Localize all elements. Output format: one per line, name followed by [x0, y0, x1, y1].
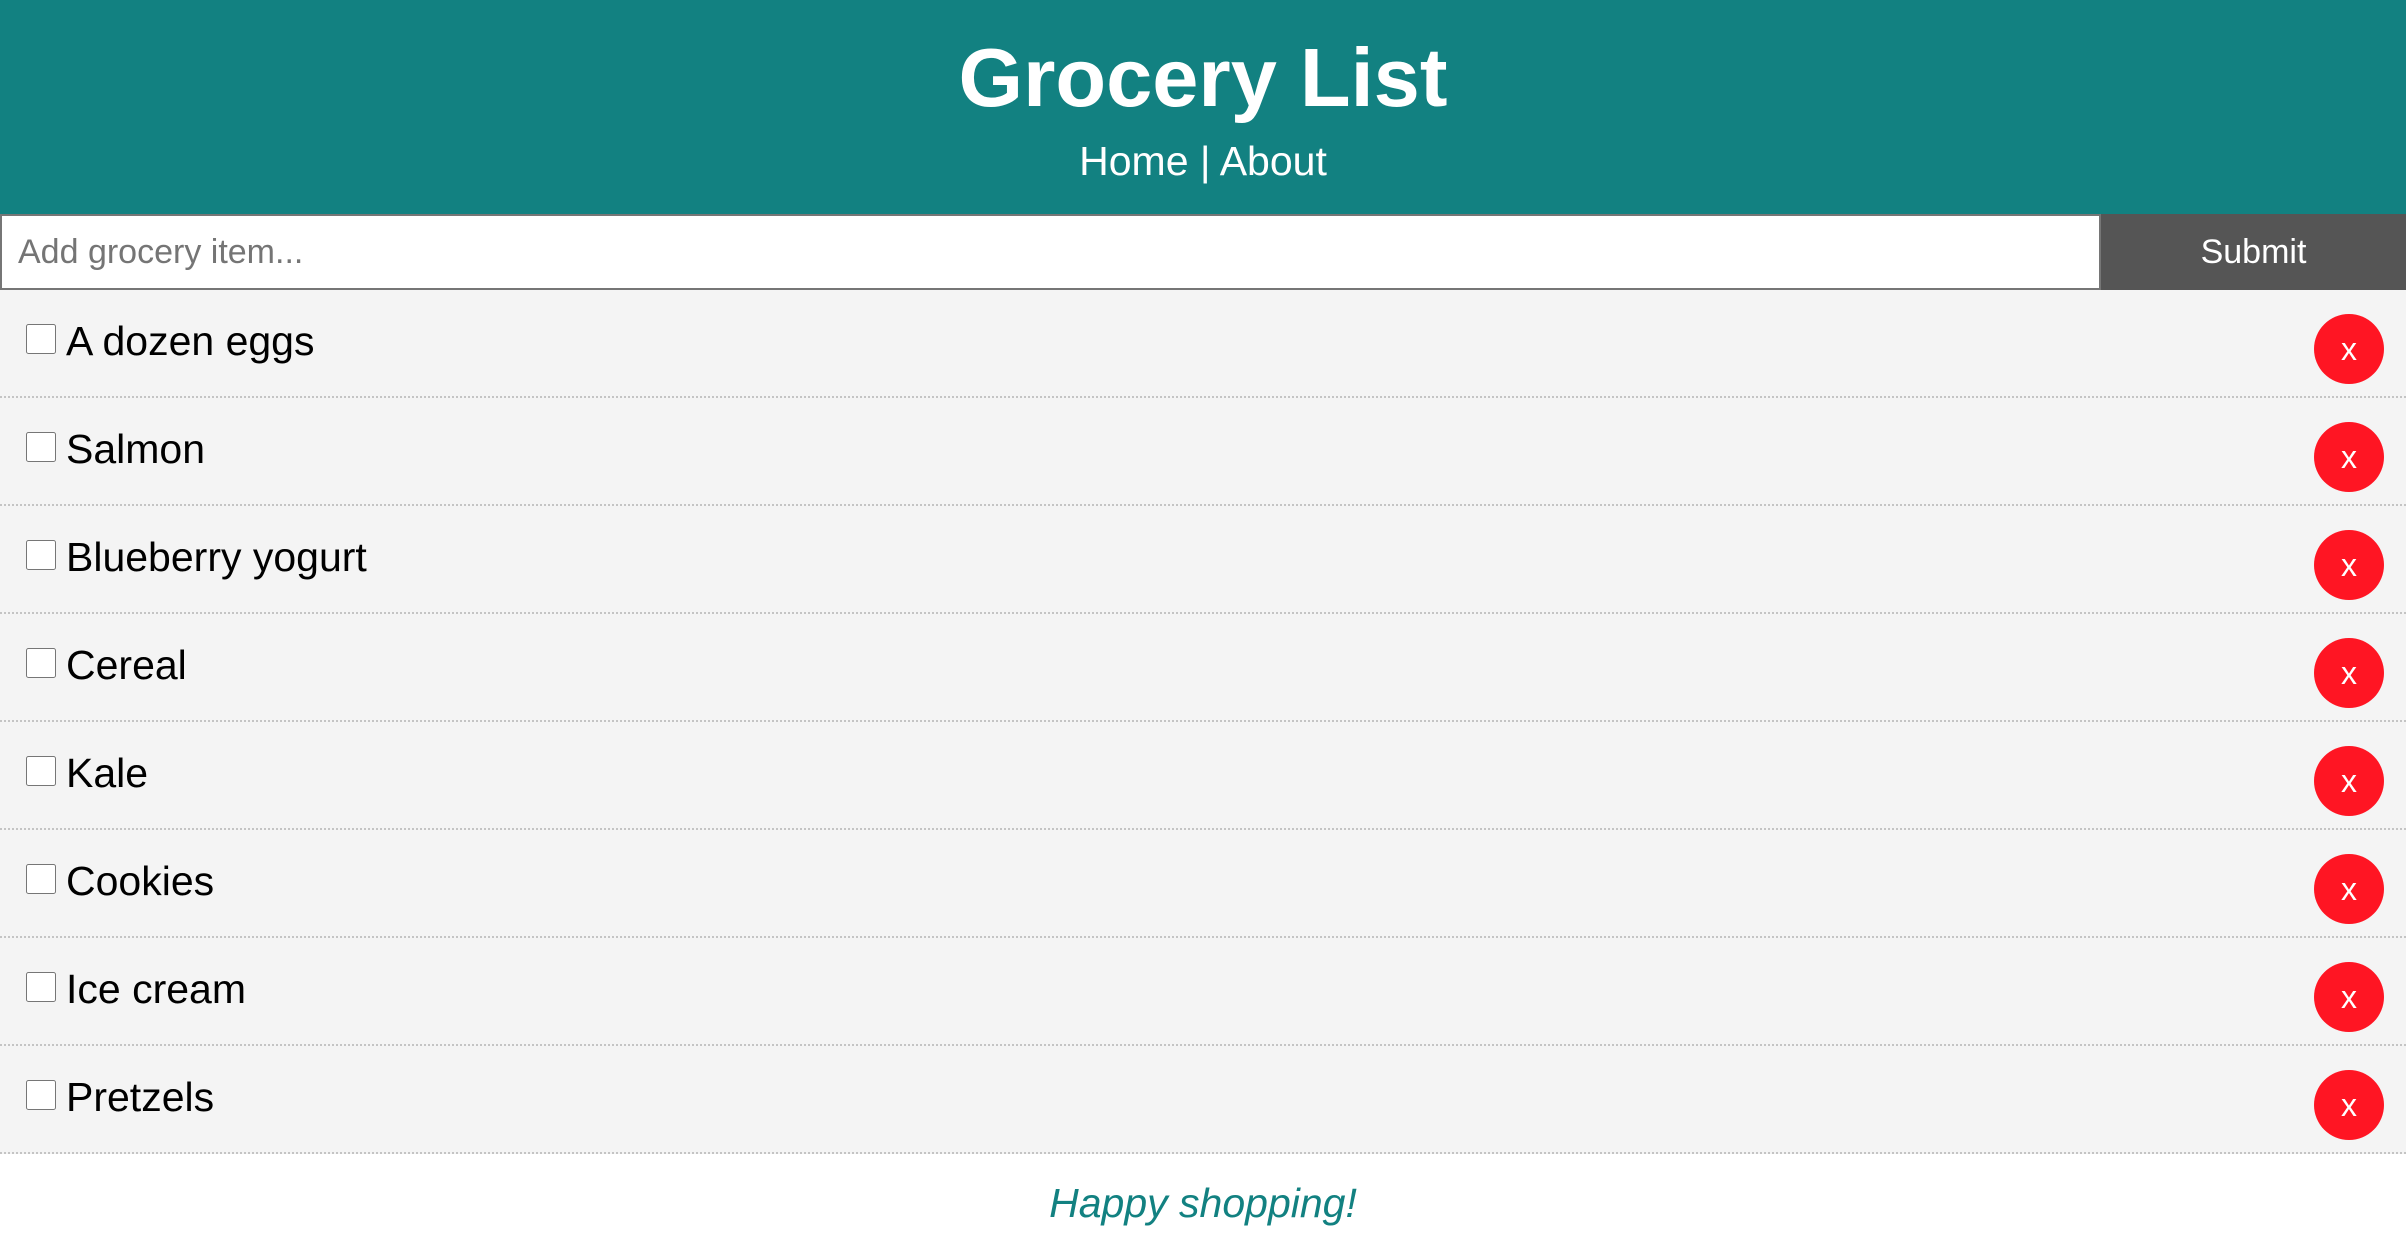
delete-item-button[interactable]: x	[2314, 422, 2384, 492]
item-label: Pretzels	[66, 1074, 215, 1120]
footer-message: Happy shopping!	[1049, 1180, 1357, 1226]
list-item: Cookies x	[0, 830, 2406, 938]
delete-item-button[interactable]: x	[2314, 638, 2384, 708]
item-checkbox[interactable]	[26, 648, 56, 678]
item-label: Salmon	[66, 426, 206, 472]
delete-item-button[interactable]: x	[2314, 854, 2384, 924]
item-checkbox[interactable]	[26, 540, 56, 570]
add-item-form: Submit	[0, 214, 2406, 290]
list-item: Kale x	[0, 722, 2406, 830]
item-checkbox[interactable]	[26, 432, 56, 462]
list-item: Ice cream x	[0, 938, 2406, 1046]
main-nav: Home | About	[0, 136, 2406, 186]
nav-separator: |	[1188, 138, 1220, 184]
delete-item-button[interactable]: x	[2314, 1070, 2384, 1140]
grocery-list: A dozen eggs x Salmon x Blueberry yogurt…	[0, 290, 2406, 1154]
page-title: Grocery List	[958, 31, 1448, 124]
item-checkbox[interactable]	[26, 756, 56, 786]
item-label: Cereal	[66, 642, 187, 688]
list-item: Blueberry yogurt x	[0, 506, 2406, 614]
list-item: A dozen eggs x	[0, 290, 2406, 398]
delete-item-button[interactable]: x	[2314, 746, 2384, 816]
list-item: Cereal x	[0, 614, 2406, 722]
submit-button[interactable]: Submit	[2101, 214, 2406, 290]
list-item: Salmon x	[0, 398, 2406, 506]
nav-about-link[interactable]: About	[1220, 138, 1327, 184]
item-checkbox[interactable]	[26, 864, 56, 894]
add-item-input[interactable]	[0, 214, 2101, 290]
item-checkbox[interactable]	[26, 324, 56, 354]
item-label: Cookies	[66, 858, 215, 904]
delete-item-button[interactable]: x	[2314, 530, 2384, 600]
list-item: Pretzels x	[0, 1046, 2406, 1154]
item-checkbox[interactable]	[26, 972, 56, 1002]
nav-home-link[interactable]: Home	[1079, 138, 1188, 184]
item-label: Ice cream	[66, 966, 246, 1012]
item-label: A dozen eggs	[66, 318, 315, 364]
item-label: Blueberry yogurt	[66, 534, 367, 580]
delete-item-button[interactable]: x	[2314, 962, 2384, 1032]
delete-item-button[interactable]: x	[2314, 314, 2384, 384]
app-header: Grocery List Home | About	[0, 0, 2406, 214]
item-checkbox[interactable]	[26, 1080, 56, 1110]
item-label: Kale	[66, 750, 149, 796]
